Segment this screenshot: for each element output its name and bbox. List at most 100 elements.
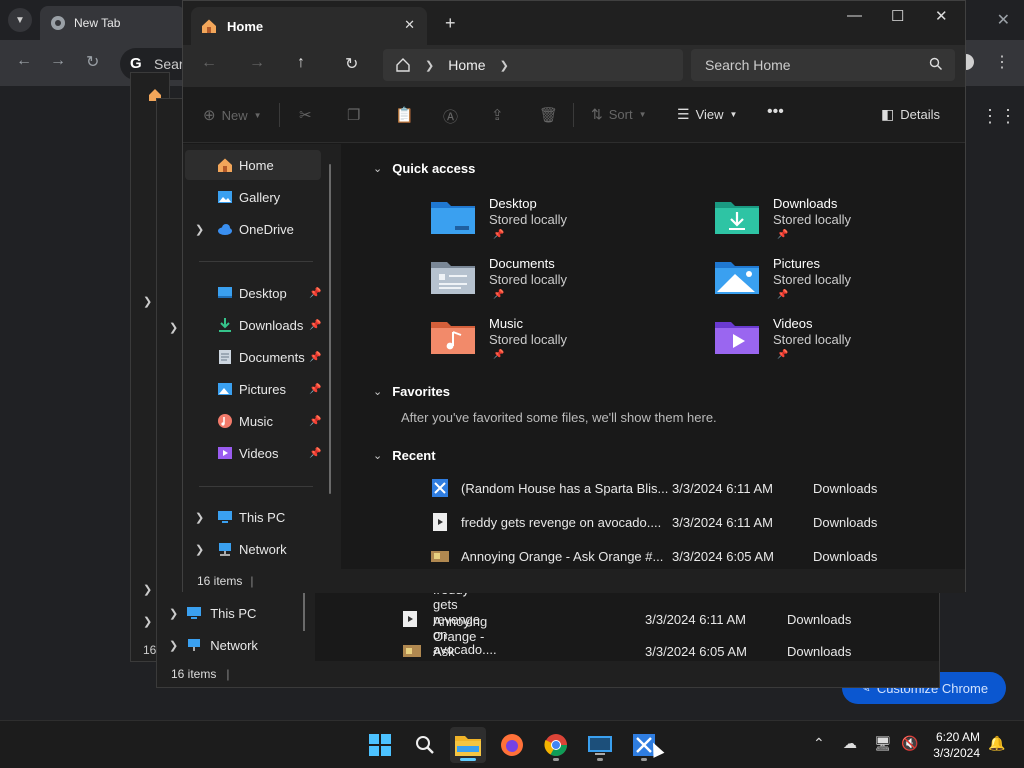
recent-file-name: (Random House has a Sparta Blis...	[461, 481, 669, 496]
sidebar-label: Music	[239, 413, 273, 429]
chrome-back-icon[interactable]: ←	[16, 52, 32, 70]
taskbar-remote-desktop[interactable]	[582, 727, 618, 763]
quick-access-documents[interactable]: Documents Stored locally 📌	[431, 256, 691, 312]
remote-desktop-icon	[588, 736, 612, 755]
quick-access-pictures[interactable]: Pictures Stored locally 📌	[715, 256, 975, 312]
sidebar-item-gallery[interactable]: Gallery	[185, 182, 321, 212]
recent-row[interactable]: Annoying Orange - Ask Orange #... 3/3/20…	[431, 544, 951, 570]
forward-arrow-icon[interactable]: →	[249, 54, 265, 72]
close-window-icon[interactable]: ✕	[935, 7, 948, 25]
sidebar-item-music[interactable]: Music 📌	[185, 406, 321, 436]
recent-row[interactable]: freddy gets revenge on avocado.... 3/3/2…	[431, 510, 951, 536]
sidebar-item-documents[interactable]: Documents 📌	[185, 342, 321, 372]
video-file-icon	[433, 513, 447, 531]
section-recent[interactable]: ⌄ Recent	[373, 448, 436, 463]
back-recent-row[interactable]: Annoying Orange - Ask Orange #... 3/3/20…	[403, 614, 851, 689]
taskbar-firefox[interactable]	[494, 727, 530, 763]
chrome-tab-new-tab[interactable]: New Tab	[40, 6, 185, 40]
search-box[interactable]: Search Home	[691, 49, 955, 81]
new-tab-icon[interactable]: +	[445, 13, 456, 34]
recent-row[interactable]: (Random House has a Sparta Blis... 3/3/2…	[431, 476, 951, 502]
section-title: Favorites	[392, 384, 451, 399]
sidebar-label: Pictures	[239, 381, 286, 397]
back-sidebar-item-network[interactable]: ❯ Network	[169, 637, 258, 653]
sidebar-item-pictures[interactable]: Pictures 📌	[185, 374, 321, 404]
back-arrow-icon[interactable]: ←	[201, 54, 217, 72]
sidebar-item-this-pc[interactable]: ❯ This PC	[185, 502, 321, 532]
video-icon	[218, 447, 232, 459]
refresh-icon[interactable]: ↻	[345, 54, 358, 74]
recent-file-date: 3/3/2024 6:05 AM	[645, 643, 747, 659]
show-hidden-icons-chevron-icon[interactable]: ⌃	[813, 735, 825, 752]
video-editor-file-icon	[432, 479, 448, 497]
rename-icon[interactable]: Ⓐ	[443, 106, 458, 127]
volume-muted-icon[interactable]: 🔇	[901, 735, 918, 752]
network-status-icon[interactable]: 🖥	[874, 735, 892, 752]
copy-icon[interactable]: ❐	[347, 106, 360, 124]
apps-grid-icon[interactable]: ⋮⋮⋮	[981, 106, 1024, 127]
quick-access-downloads[interactable]: Downloads Stored locally 📌	[715, 196, 975, 252]
chevron-right-icon: ❯	[169, 607, 179, 620]
pin-icon: 📌	[309, 415, 322, 427]
download-arrow-icon	[219, 318, 231, 332]
omnibox-text: Sear	[154, 56, 184, 72]
sidebar-item-onedrive[interactable]: ❯ OneDrive	[185, 214, 321, 244]
clock[interactable]: 6:20 AM 3/3/2024	[933, 729, 980, 761]
back-recent-row[interactable]: freddy gets revenge on avocado.... 3/3/2…	[403, 582, 851, 657]
search-taskbar-button[interactable]	[407, 727, 443, 763]
start-button[interactable]	[362, 727, 398, 763]
up-arrow-icon[interactable]: ↑	[297, 54, 305, 72]
quick-access-desktop[interactable]: Desktop Stored locally 📌	[431, 196, 691, 252]
sidebar-item-home[interactable]: Home	[185, 150, 321, 180]
view-button[interactable]: ☰ View ▼	[677, 106, 737, 123]
pictures-folder-icon	[715, 262, 759, 294]
chevron-right-icon[interactable]: ❯	[195, 543, 204, 556]
explorer-navbar: ← → ↑ ↻ ❯ Home ❯ Search Home	[183, 45, 965, 87]
address-bar[interactable]: ❯ Home ❯	[383, 49, 683, 81]
details-button[interactable]: ◧ Details	[881, 106, 940, 123]
close-tab-icon[interactable]: ✕	[404, 17, 415, 33]
section-favorites[interactable]: ⌄ Favorites	[373, 384, 450, 399]
search-icon	[416, 736, 434, 754]
address-segment-home[interactable]: Home	[448, 57, 485, 73]
delete-icon[interactable]: 🗑	[539, 106, 558, 124]
new-button[interactable]: ⊕ New ▼	[203, 106, 262, 124]
chevron-right-icon[interactable]: ❯	[500, 59, 509, 72]
folder-status: Stored locally	[489, 212, 568, 227]
chrome-forward-icon[interactable]: →	[50, 52, 66, 70]
navigation-pane: Home Gallery ❯ OneDrive Desktop 📌 Downlo…	[183, 144, 341, 569]
sidebar-item-videos[interactable]: Videos 📌	[185, 438, 321, 468]
minimize-icon[interactable]: —	[847, 7, 862, 24]
chevron-right-icon[interactable]: ❯	[195, 223, 204, 236]
section-quick-access[interactable]: ⌄ Quick access	[373, 161, 475, 176]
recent-file-date: 3/3/2024 6:11 AM	[645, 611, 746, 627]
maximize-icon[interactable]: ☐	[891, 7, 904, 25]
notification-bell-icon[interactable]: 🔔	[988, 735, 1005, 752]
cut-icon[interactable]: ✂	[299, 106, 312, 124]
share-icon[interactable]: ⇪	[491, 106, 504, 124]
taskbar-file-explorer[interactable]	[450, 727, 486, 763]
quick-access-music[interactable]: Music Stored locally 📌	[431, 316, 691, 372]
chrome-reload-icon[interactable]: ↻	[86, 52, 99, 72]
tab-search-button[interactable]: ▼	[8, 8, 32, 32]
paste-icon[interactable]: 📋	[395, 106, 414, 124]
more-options-icon[interactable]: •••	[767, 103, 784, 121]
sidebar-scrollbar[interactable]	[329, 164, 331, 494]
sidebar-item-downloads[interactable]: Downloads 📌	[185, 310, 321, 340]
sidebar-item-desktop[interactable]: Desktop 📌	[185, 278, 321, 308]
home-icon	[202, 19, 216, 33]
cloud-sync-off-icon[interactable]: ☁	[843, 735, 857, 752]
recent-file-location: Downloads	[813, 515, 878, 530]
folder-status: Stored locally	[773, 212, 852, 227]
picture-icon	[218, 383, 232, 395]
network-icon	[219, 543, 231, 556]
back-sidebar-item-this-pc[interactable]: ❯ This PC	[169, 605, 256, 621]
sort-button[interactable]: ⇅ Sort ▼	[591, 106, 647, 123]
sidebar-item-network[interactable]: ❯ Network	[185, 534, 321, 564]
chrome-menu-icon[interactable]: ⋮	[994, 52, 1010, 72]
chevron-right-icon[interactable]: ❯	[195, 511, 204, 524]
quick-access-videos[interactable]: Videos Stored locally 📌	[715, 316, 975, 372]
chrome-close-icon[interactable]: ✕	[997, 10, 1010, 30]
explorer-tab-home[interactable]: Home ✕	[191, 7, 427, 45]
taskbar-chrome[interactable]	[538, 727, 574, 763]
